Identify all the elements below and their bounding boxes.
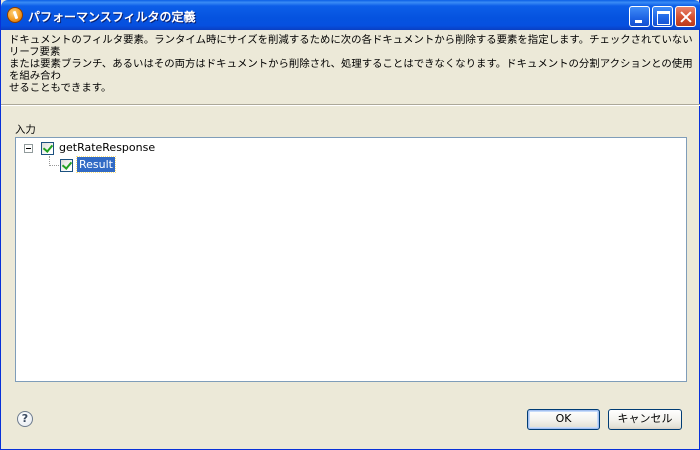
input-label: 入力 <box>15 124 36 136</box>
tree-connector-line <box>49 156 59 166</box>
title-bar[interactable]: パフォーマンスフィルタの定義 <box>1 0 700 30</box>
app-icon <box>7 7 23 23</box>
window-title: パフォーマンスフィルタの定義 <box>28 10 196 24</box>
collapse-toggle-icon[interactable] <box>24 144 33 153</box>
dialog-window: パフォーマンスフィルタの定義 ドキュメントのフィルタ要素。ランタイム時にサイズを… <box>0 0 700 450</box>
element-tree[interactable]: getRateResponse Result <box>15 137 687 382</box>
maximize-button[interactable] <box>652 6 673 27</box>
cancel-button[interactable]: キャンセル <box>608 409 682 430</box>
tree-item-root-label[interactable]: getRateResponse <box>59 141 155 154</box>
root-checkbox[interactable] <box>41 142 54 155</box>
close-button[interactable] <box>675 6 696 27</box>
minimize-button[interactable] <box>629 6 650 27</box>
child-checkbox[interactable] <box>60 159 73 172</box>
ok-button[interactable]: OK <box>527 409 600 430</box>
header-separator <box>1 104 700 106</box>
help-icon[interactable]: ? <box>17 411 33 427</box>
tree-item-result-label[interactable]: Result <box>76 156 116 173</box>
description-text: ドキュメントのフィルタ要素。ランタイム時にサイズを削減するために次の各ドキュメン… <box>9 34 693 94</box>
